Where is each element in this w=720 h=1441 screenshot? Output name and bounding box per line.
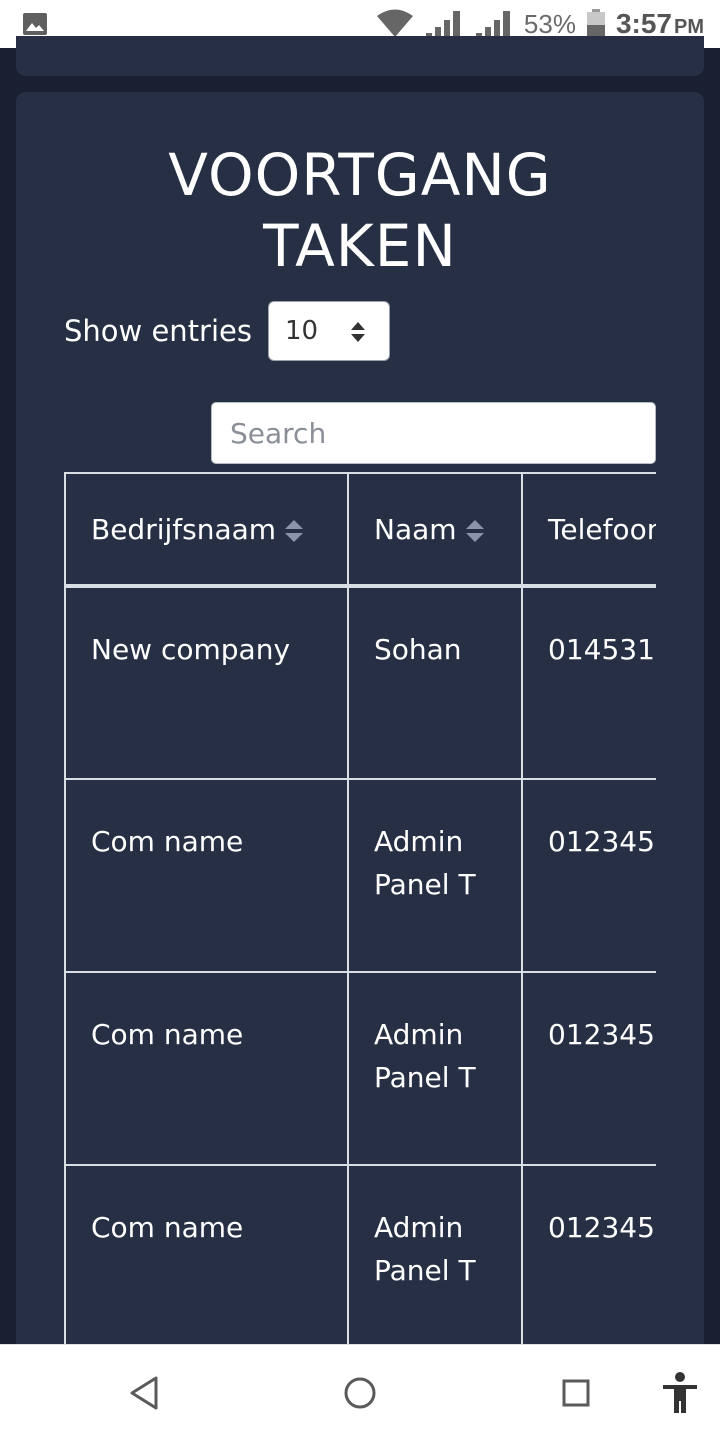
column-header-telefoon[interactable]: Telefoon	[521, 472, 656, 588]
page-title: VOORTGANG TAKEN	[168, 141, 552, 280]
accessibility-icon[interactable]	[660, 1371, 700, 1415]
table-header-row: Bedrijfsnaam Naam Telefoon	[64, 472, 656, 588]
previous-card	[16, 36, 704, 76]
battery-percent: 53%	[523, 8, 576, 39]
cell-bedrijfsnaam: Com name	[64, 778, 349, 973]
cell-telefoon: 01234567	[521, 1164, 656, 1352]
show-entries: Show entries 10	[64, 300, 390, 362]
cell-naam: Admin Panel T	[347, 1164, 523, 1352]
table-row[interactable]: New company Sohan 01453160	[64, 585, 656, 780]
entries-select[interactable]: 10	[268, 301, 390, 361]
cell-bedrijfsnaam: Com name	[64, 971, 349, 1166]
back-icon[interactable]	[128, 1375, 160, 1411]
cell-bedrijfsnaam: New company	[64, 585, 349, 780]
table-row[interactable]: Com name Admin Panel T 01234567	[64, 1164, 656, 1352]
cell-telefoon: 01234567	[521, 778, 656, 973]
search-input[interactable]	[211, 402, 656, 464]
tasks-table: Bedrijfsnaam Naam Telefoon New company S…	[64, 472, 656, 1352]
table-row[interactable]: Com name Admin Panel T 01234567	[64, 778, 656, 973]
cell-naam: Admin Panel T	[347, 971, 523, 1166]
wifi-icon	[376, 9, 413, 37]
cell-bedrijfsnaam: Com name	[64, 1164, 349, 1352]
cell-telefoon: 01453160	[521, 585, 656, 780]
select-arrows-icon	[351, 322, 365, 342]
column-header-bedrijfsnaam[interactable]: Bedrijfsnaam	[64, 472, 349, 588]
table-row[interactable]: Com name Admin Panel T 01234567	[64, 971, 656, 1166]
show-entries-label: Show entries	[64, 314, 252, 348]
recents-icon[interactable]	[560, 1377, 592, 1409]
gallery-icon	[23, 13, 47, 35]
cell-telefoon: 01234567	[521, 971, 656, 1166]
home-icon[interactable]	[342, 1375, 378, 1411]
column-header-naam[interactable]: Naam	[347, 472, 523, 588]
sort-icon	[465, 519, 484, 542]
sort-icon	[285, 519, 304, 542]
cell-naam: Sohan	[347, 585, 523, 780]
cell-naam: Admin Panel T	[347, 778, 523, 973]
navigation-bar	[0, 1344, 720, 1441]
entries-select-value: 10	[285, 316, 319, 346]
